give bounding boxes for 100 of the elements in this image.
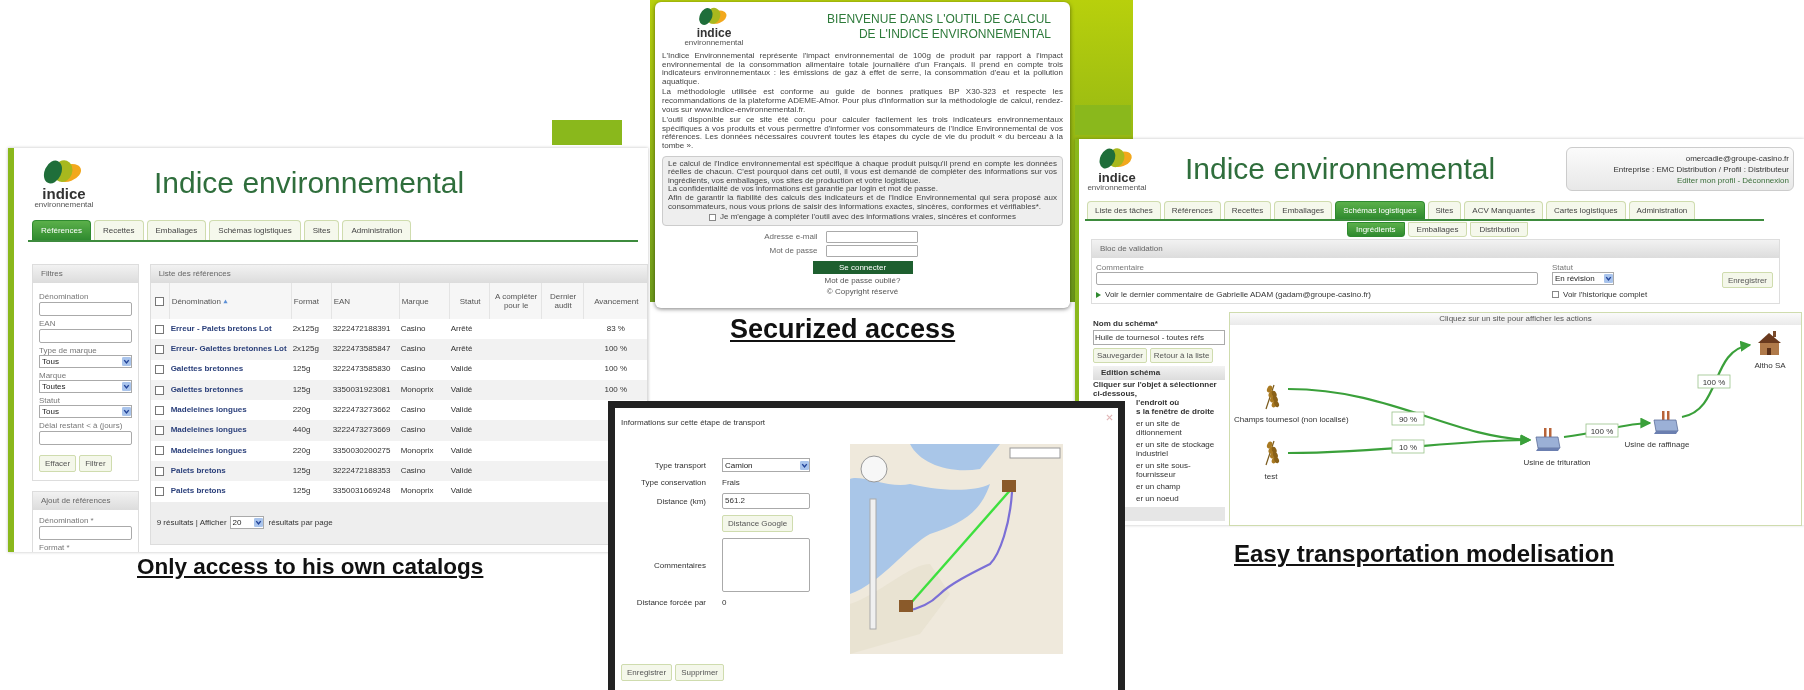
- user-company: Entreprise : EMC Distribution / Profil : Distributeur: [1613, 163, 1789, 175]
- nav-tab[interactable]: Emballages: [146, 220, 207, 240]
- select-all-checkbox[interactable]: [154, 296, 164, 306]
- caret-icon: [800, 460, 809, 470]
- nav-tab[interactable]: Emballages: [1274, 201, 1333, 219]
- nav-tab[interactable]: ACV Manquantes: [1464, 201, 1543, 219]
- input-field[interactable]: [825, 244, 918, 257]
- filter-button[interactable]: Filtrer: [79, 455, 112, 472]
- dropdown[interactable]: Tous: [39, 405, 132, 418]
- consent-label: Je m'engage à compléter l'outil avec des informations vraies, sincères et conformes: [719, 213, 1017, 222]
- input-field[interactable]: [39, 431, 132, 445]
- row-checkbox[interactable]: [154, 426, 164, 436]
- nav-tab[interactable]: Schémas logistiques: [1335, 201, 1425, 219]
- reference-link[interactable]: Madeleines longues: [168, 426, 291, 435]
- copyright-text: © Copyright réservé: [826, 286, 899, 296]
- distance-field[interactable]: 561.2: [722, 493, 810, 509]
- input-field[interactable]: [39, 526, 132, 540]
- field-label: Statut: [39, 396, 61, 405]
- status-dropdown[interactable]: En révision: [1552, 272, 1614, 285]
- logo-tagline: environnemental: [1087, 184, 1147, 192]
- comment-field[interactable]: [1096, 272, 1538, 285]
- column-header[interactable]: Avancement: [594, 296, 639, 306]
- logo-tagline: environnemental: [34, 201, 94, 209]
- last-comment-link[interactable]: Voir le dernier commentaire de Gabrielle ADAM (gadam@groupe-casino.fr): [1105, 290, 1371, 299]
- reference-link[interactable]: Madeleines longues: [168, 406, 291, 415]
- wheat-icon[interactable]: [1265, 384, 1280, 410]
- sub-tab[interactable]: Ingrédients: [1347, 222, 1405, 237]
- table-cell-text: Validé: [449, 446, 474, 456]
- map-drawing[interactable]: [850, 444, 1063, 654]
- reference-link[interactable]: Galettes bretonnes: [168, 385, 291, 395]
- table-cell-text: 220g: [291, 406, 312, 415]
- dropdown[interactable]: Tous: [39, 355, 132, 368]
- input-field[interactable]: [39, 329, 132, 343]
- column-header[interactable]: Format: [293, 296, 319, 306]
- filter-button[interactable]: Effacer: [39, 455, 77, 472]
- form-button[interactable]: Sauvegarder: [1093, 348, 1147, 363]
- row-checkbox[interactable]: [154, 466, 164, 476]
- table-cell-text: Monoprix: [399, 487, 435, 496]
- sub-tab[interactable]: Distribution: [1470, 222, 1529, 237]
- consent-checkbox[interactable]: [708, 213, 716, 221]
- dropdown[interactable]: Toutes: [39, 380, 132, 393]
- dialog-button[interactable]: Supprimer: [675, 664, 725, 681]
- column-header[interactable]: Dernier audit: [543, 292, 583, 310]
- reference-link[interactable]: Galettes bretonnes: [168, 365, 291, 374]
- input-field[interactable]: [39, 302, 132, 316]
- column-header[interactable]: A compléter pour le: [491, 292, 541, 310]
- row-checkbox[interactable]: [154, 385, 164, 395]
- input-field[interactable]: [825, 230, 918, 243]
- field-label: Type transport: [653, 460, 706, 470]
- nav-tab[interactable]: Cartes logistiques: [1546, 201, 1626, 219]
- transport-type-dropdown[interactable]: Camion: [722, 458, 810, 472]
- column-header[interactable]: EAN: [333, 296, 351, 306]
- reference-link[interactable]: Erreur- Galettes bretonnes Lot: [168, 345, 291, 354]
- nav-tab[interactable]: Références: [1163, 201, 1221, 219]
- table-cell-text: 125g: [291, 365, 312, 374]
- row-checkbox[interactable]: [154, 487, 164, 496]
- dialog-button[interactable]: Enregistrer: [621, 664, 673, 681]
- close-icon[interactable]: [1106, 414, 1113, 421]
- row-checkbox[interactable]: [154, 344, 164, 354]
- login-button[interactable]: Se connecter: [812, 260, 913, 274]
- nav-tab[interactable]: Liste des tâches: [1087, 201, 1161, 219]
- nav-tab[interactable]: Recettes: [93, 220, 144, 240]
- nav-tab[interactable]: Sites: [1427, 201, 1462, 219]
- row-checkbox[interactable]: [154, 405, 164, 415]
- column-header[interactable]: Marque: [401, 296, 429, 306]
- table-cell-text: 3350031923081: [331, 385, 392, 395]
- logo-wordmark: indice: [42, 187, 86, 201]
- flow-arrow[interactable]: [1681, 342, 1752, 419]
- logo-wordmark: indice: [696, 27, 732, 39]
- table-cell-text: 3222473585847: [331, 345, 392, 354]
- sub-tab[interactable]: Emballages: [1407, 222, 1468, 237]
- house-icon[interactable]: [1758, 331, 1781, 355]
- history-checkbox[interactable]: [1552, 291, 1559, 298]
- reference-link[interactable]: Erreur - Palets bretons Lot: [168, 324, 291, 334]
- nav-tab[interactable]: Administration: [1628, 201, 1696, 219]
- table-cell-text: Arrêté: [449, 324, 474, 334]
- nav-tab[interactable]: Schémas logistiques: [209, 220, 301, 240]
- google-distance-button[interactable]: Distance Google: [722, 515, 794, 532]
- nav-tab[interactable]: Sites: [303, 220, 340, 240]
- form-button[interactable]: Retour à la liste: [1149, 348, 1214, 363]
- row-checkbox[interactable]: [154, 365, 164, 375]
- schema-name-field[interactable]: Huile de tournesol - toutes réfs: [1093, 330, 1225, 345]
- nav-tab[interactable]: Recettes: [1223, 201, 1272, 219]
- column-header[interactable]: Dénomination: [171, 296, 221, 306]
- comments-field[interactable]: [722, 538, 810, 592]
- profile-links[interactable]: Editer mon profil - Déconnexion: [1676, 174, 1789, 186]
- forgot-password-link[interactable]: Mot de passe oublié?: [824, 275, 901, 285]
- field-label: Dénomination *: [39, 516, 95, 525]
- page-size-dropdown[interactable]: 20: [229, 516, 264, 530]
- factory-icon[interactable]: [1653, 411, 1679, 434]
- factory-icon[interactable]: [1535, 428, 1561, 451]
- reference-link[interactable]: Madeleines longues: [168, 446, 291, 456]
- reference-link[interactable]: Palets bretons: [168, 487, 291, 496]
- row-checkbox[interactable]: [154, 324, 164, 334]
- nav-tab[interactable]: Administration: [342, 220, 412, 240]
- wheat-icon[interactable]: [1265, 440, 1280, 466]
- column-header[interactable]: Statut: [459, 296, 481, 306]
- reference-link[interactable]: Palets bretons: [168, 466, 291, 476]
- row-checkbox[interactable]: [154, 446, 164, 456]
- save-button[interactable]: Enregistrer: [1721, 271, 1773, 288]
